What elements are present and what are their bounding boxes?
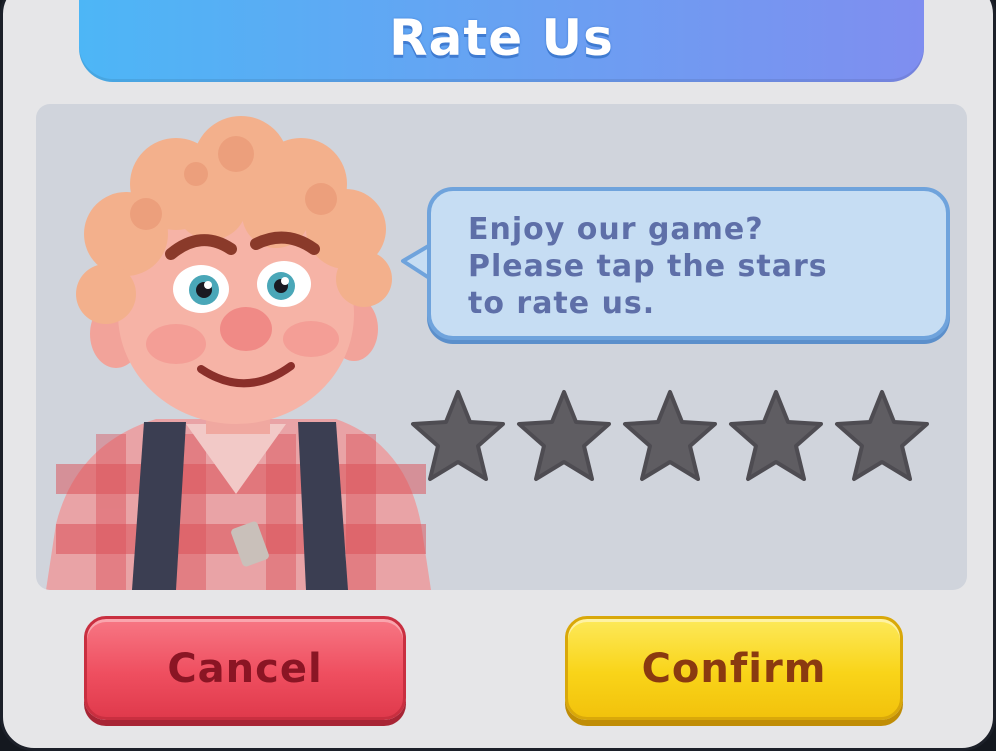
star-rating — [408, 386, 938, 496]
dialog-title: Rate Us — [389, 9, 614, 67]
title-bar: Rate Us — [79, 0, 924, 82]
star-icon-4[interactable] — [726, 386, 826, 486]
rate-us-dialog: Rate Us Enjoy our game? Please tap the s… — [0, 0, 996, 751]
star-icon-3[interactable] — [620, 386, 720, 486]
message-line-3: to rate us. — [468, 286, 656, 321]
star-icon-5[interactable] — [832, 386, 932, 486]
star-icon-1[interactable] — [408, 386, 508, 486]
confirm-button[interactable]: Confirm — [565, 616, 903, 720]
message-line-1: Enjoy our game? — [468, 212, 764, 247]
cancel-button[interactable]: Cancel — [84, 616, 406, 720]
star-icon-2[interactable] — [514, 386, 614, 486]
character-illustration — [46, 116, 431, 590]
rate-prompt-message: Enjoy our game? Please tap the stars to … — [468, 211, 938, 322]
message-line-2: Please tap the stars — [468, 249, 828, 284]
content-panel: Enjoy our game? Please tap the stars to … — [36, 104, 967, 590]
speech-bubble: Enjoy our game? Please tap the stars to … — [427, 187, 950, 340]
